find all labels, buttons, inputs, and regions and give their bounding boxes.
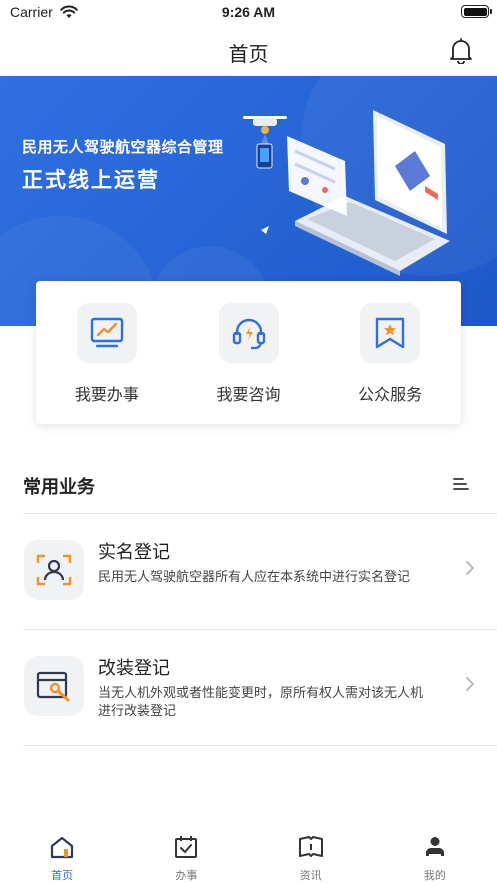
nav-bar: 首页 [0,26,497,76]
service-title: 改装登记 [98,658,170,679]
tab-label: 首页 [51,869,74,882]
drone-icon [243,116,287,169]
tab-label: 资讯 [299,869,322,882]
tab-home[interactable]: 首页 [0,830,124,883]
service-description: 民用无人驾驶航空器所有人应在本系统中进行实名登记 [98,570,411,585]
chart-monitor-icon [76,303,137,363]
quick-action-public-service[interactable]: 公众服务 [319,281,461,424]
divider [23,745,497,746]
tab-bar: 首页 办事 资讯 我的 [0,830,497,883]
quick-action-handle-affairs[interactable]: 我要办事 [36,281,178,424]
chevron-right-icon [465,560,475,580]
service-row-real-name[interactable]: 实名登记 民用无人驾驶航空器所有人应在本系统中进行实名登记 [23,514,497,629]
bell-icon[interactable] [449,38,473,68]
bookmark-star-icon [360,303,421,363]
book-icon [298,835,324,863]
banner-headline: 民用无人驾驶航空器综合管理 [22,138,224,156]
section-title: 常用业务 [23,477,95,498]
window-tool-icon [24,656,84,716]
quick-action-label: 我要办事 [74,385,139,404]
service-description: 当无人机外观或者性能变更时，原所有权人需对该无人机进行改装登记 [98,686,424,719]
page-title: 首页 [228,42,269,66]
quick-action-consult[interactable]: 我要咨询 [178,281,320,424]
clock: 9:26 AM [221,4,276,20]
battery-icon [461,5,492,18]
calendar-check-icon [174,835,198,863]
home-icon [49,835,75,863]
banner-subheadline: 正式线上运营 [22,168,160,192]
tab-profile[interactable]: 我的 [373,830,497,883]
tab-news[interactable]: 资讯 [249,830,373,883]
tab-label: 我的 [423,869,446,882]
service-title: 实名登记 [98,542,170,563]
home-page: Carrier 9:26 AM 首页 民用无人驾驶航空器综合管理 正式线上运营 [0,0,497,883]
tab-affairs[interactable]: 办事 [124,830,248,883]
headset-icon [218,303,279,363]
quick-actions-card: 我要办事 我要咨询 公众服务 [36,281,461,424]
laptop-drone-illustration [235,106,465,280]
quick-action-label: 公众服务 [358,385,423,404]
quick-action-label: 我要咨询 [216,385,281,404]
chevron-right-icon [465,676,475,696]
user-icon [423,835,447,863]
service-row-modification[interactable]: 改装登记 当无人机外观或者性能变更时，原所有权人需对该无人机进行改装登记 [23,630,497,745]
status-bar: Carrier 9:26 AM [0,0,497,26]
tab-label: 办事 [175,869,198,882]
scan-user-icon [24,540,84,600]
list-icon[interactable] [453,476,469,495]
